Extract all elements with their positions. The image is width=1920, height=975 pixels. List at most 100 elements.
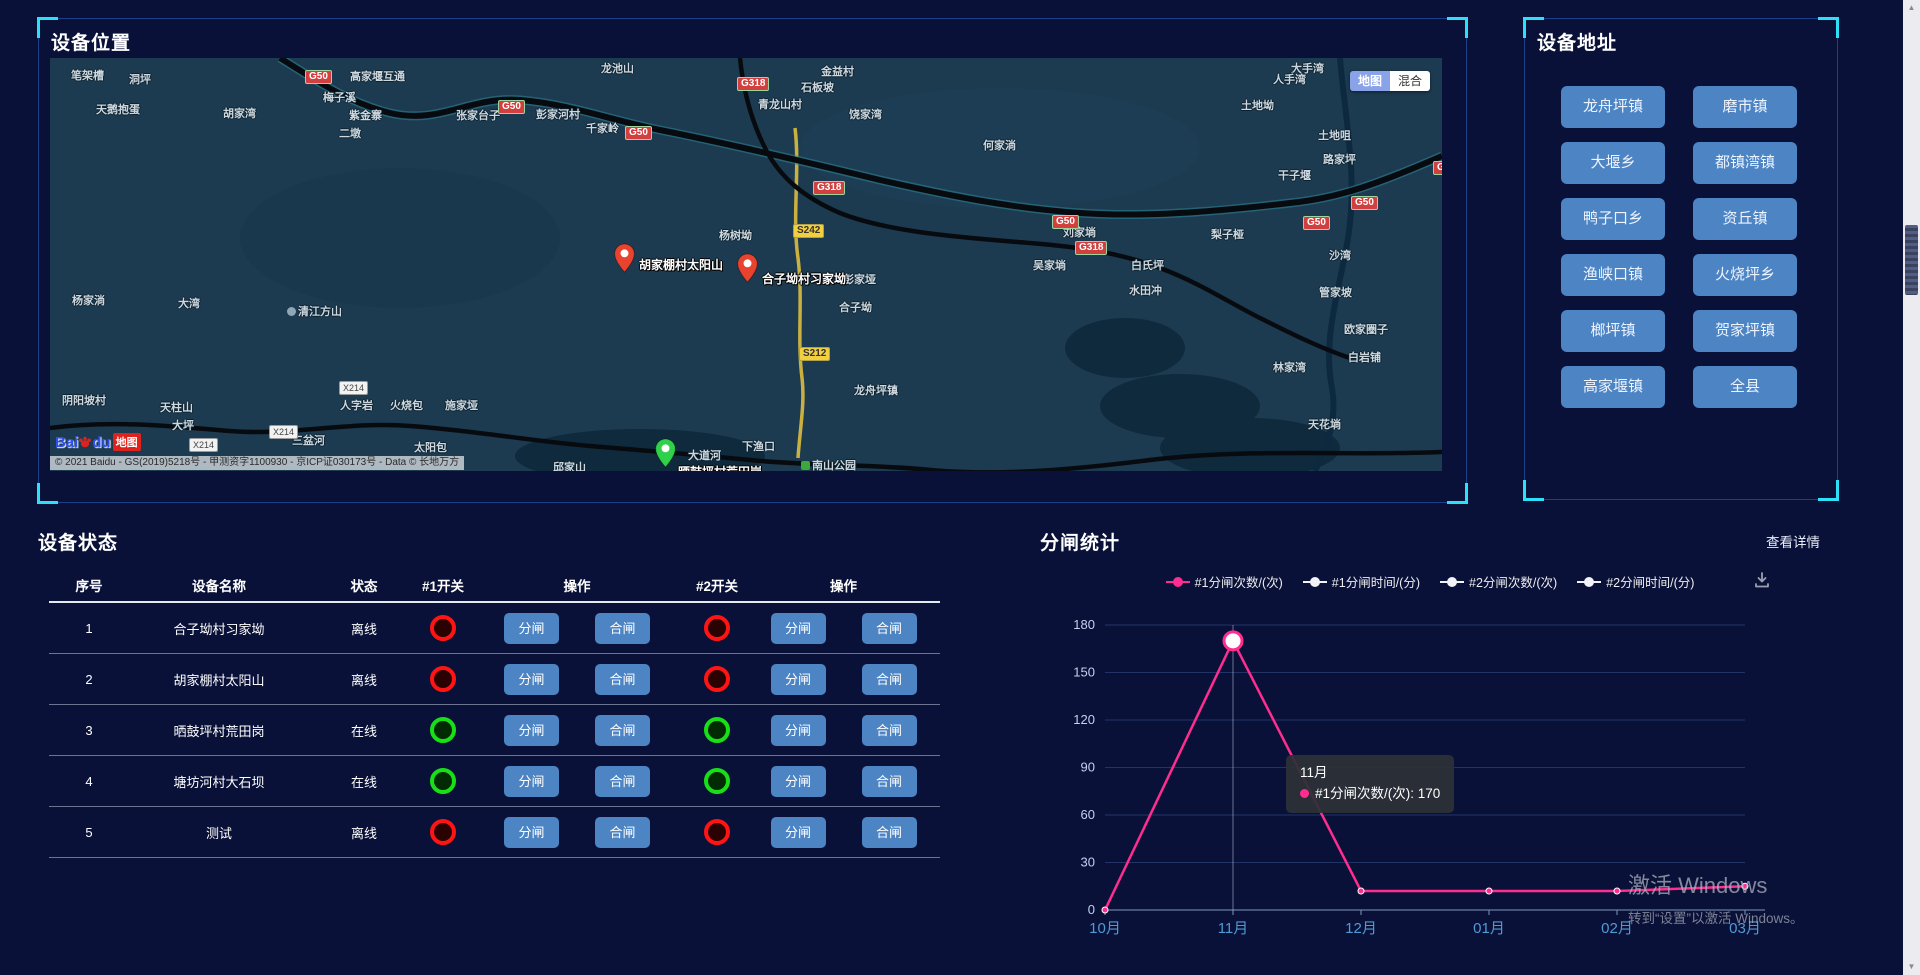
close-switch-button[interactable]: 合闸 — [595, 715, 650, 746]
open-switch-button[interactable]: 分闸 — [771, 715, 826, 746]
scrollbar-thumb[interactable] — [1905, 225, 1918, 295]
legend-item[interactable]: #2分闸次数/(次) — [1440, 572, 1557, 591]
map-place-label: 阴阳坡村 — [62, 392, 106, 408]
close-switch-button[interactable]: 合闸 — [862, 613, 917, 644]
baidu-map-badge: 地图 — [113, 433, 141, 451]
map-place-label: 火烧包 — [390, 397, 423, 413]
open-switch-button[interactable]: 分闸 — [771, 817, 826, 848]
device-name: 塘坊河村大石坝 — [129, 772, 309, 791]
close-switch-button[interactable]: 合闸 — [862, 766, 917, 797]
corner-decoration — [1447, 17, 1468, 38]
map-place-label: 大湾 — [178, 295, 200, 311]
legend-marker-icon — [1303, 577, 1327, 587]
road-badge: G318 — [813, 181, 845, 195]
map-place-label: 邱家山 — [553, 459, 586, 471]
open-switch-button[interactable]: 分闸 — [771, 664, 826, 695]
map-type-control[interactable]: 地图混合 — [1350, 71, 1430, 91]
legend-marker-icon — [1166, 577, 1190, 587]
map-place-label: 胡家湾 — [223, 105, 256, 121]
address-button[interactable]: 鸭子口乡 — [1561, 198, 1665, 240]
map-place-label: 水田冲 — [1129, 282, 1162, 298]
baidu-map[interactable]: 地图混合 Bai du 地图 © 2021 Baidu - GS(2019)52… — [50, 58, 1442, 471]
map-place-label: 天柱山 — [160, 399, 193, 415]
close-switch-button[interactable]: 合闸 — [862, 664, 917, 695]
open-switch-button[interactable]: 分闸 — [504, 817, 559, 848]
map-place-label: 太阳包 — [414, 439, 447, 455]
map-type-map-button[interactable]: 地图 — [1350, 71, 1390, 91]
address-button[interactable]: 资丘镇 — [1693, 198, 1797, 240]
close-switch-button[interactable]: 合闸 — [862, 715, 917, 746]
map-pin-icon[interactable] — [736, 253, 759, 288]
map-pin-icon[interactable] — [654, 438, 677, 471]
device-status-table: 序号设备名称状态#1开关操作#2开关操作 1合子坳村习家坳离线分闸合闸分闸合闸2… — [49, 569, 940, 858]
address-button[interactable]: 龙舟坪镇 — [1561, 86, 1665, 128]
corner-decoration — [1818, 17, 1839, 38]
map-place-label: 二墩 — [339, 125, 361, 141]
svg-text:03月: 03月 — [1729, 920, 1761, 937]
map-pin-icon[interactable] — [613, 243, 636, 278]
column-header: #2开关 — [687, 575, 747, 595]
open-switch-button[interactable]: 分闸 — [504, 715, 559, 746]
table-row: 5测试离线分闸合闸分闸合闸 — [49, 807, 940, 858]
svg-text:02月: 02月 — [1601, 920, 1633, 937]
open-switch-button[interactable]: 分闸 — [771, 766, 826, 797]
scroll-up-arrow[interactable]: ▲ — [1903, 0, 1920, 16]
address-button[interactable]: 都镇湾镇 — [1693, 142, 1797, 184]
road-badge: X214 — [269, 425, 298, 439]
map-place-label: 土地坳 — [1241, 97, 1274, 113]
close-switch-button[interactable]: 合闸 — [595, 817, 650, 848]
address-button[interactable]: 渔峡口镇 — [1561, 254, 1665, 296]
open-switch-button[interactable]: 分闸 — [504, 766, 559, 797]
row-index: 5 — [49, 825, 129, 840]
chart-wrap: 030609012015018010月11月12月01月02月03月 — [1040, 595, 1820, 960]
address-button[interactable]: 全县 — [1693, 366, 1797, 408]
scenic-spot-icon — [287, 307, 296, 316]
address-button[interactable]: 高家堰镇 — [1561, 366, 1665, 408]
map-place-label: 人手湾 — [1273, 71, 1306, 87]
map-place-label: 彭家垭 — [843, 271, 876, 287]
svg-text:11月: 11月 — [1218, 920, 1249, 937]
address-button[interactable]: 火烧坪乡 — [1693, 254, 1797, 296]
page-scrollbar[interactable]: ▲ ▼ — [1903, 0, 1920, 975]
address-button[interactable]: 贺家坪镇 — [1693, 310, 1797, 352]
opening-stats-chart[interactable]: 030609012015018010月11月12月01月02月03月 — [1040, 595, 1820, 955]
legend-item[interactable]: #2分闸时间/(分) — [1577, 572, 1694, 591]
open-switch-button[interactable]: 分闸 — [504, 613, 559, 644]
road-badge: G50 — [1052, 215, 1079, 229]
switch2-indicator-light — [704, 717, 730, 743]
chart-legend: #1分闸次数/(次) #1分闸时间/(分) #2分闸次数/(次) #2分闸时间/(分) — [1040, 572, 1820, 591]
map-place-label: 欧家圈子 — [1344, 321, 1388, 337]
open-switch-button[interactable]: 分闸 — [504, 664, 559, 695]
address-button[interactable]: 大堰乡 — [1561, 142, 1665, 184]
view-details-link[interactable]: 查看详情 — [1766, 531, 1820, 551]
baidu-logo: Bai du 地图 — [55, 433, 141, 451]
svg-text:01月: 01月 — [1473, 920, 1505, 937]
table-row: 3晒鼓坪村荒田岗在线分闸合闸分闸合闸 — [49, 705, 940, 756]
close-switch-button[interactable]: 合闸 — [595, 613, 650, 644]
map-type-hybrid-button[interactable]: 混合 — [1390, 71, 1430, 91]
device-name: 晒鼓坪村荒田岗 — [129, 721, 309, 740]
close-switch-button[interactable]: 合闸 — [595, 664, 650, 695]
map-place-label: 高家堰互通 — [350, 68, 405, 84]
address-button[interactable]: 榔坪镇 — [1561, 310, 1665, 352]
device-address-panel: 设备地址 龙舟坪镇磨市镇大堰乡都镇湾镇鸭子口乡资丘镇渔峡口镇火烧坪乡榔坪镇贺家坪… — [1524, 18, 1838, 500]
legend-item[interactable]: #1分闸时间/(分) — [1303, 572, 1420, 591]
legend-item[interactable]: #1分闸次数/(次) — [1166, 572, 1283, 591]
device-status: 在线 — [309, 772, 419, 791]
column-header: 设备名称 — [129, 575, 309, 595]
address-button[interactable]: 磨市镇 — [1693, 86, 1797, 128]
open-switch-button[interactable]: 分闸 — [771, 613, 826, 644]
map-place-label: 何家淌 — [983, 137, 1016, 153]
row-index: 1 — [49, 621, 129, 636]
table-header-row: 序号设备名称状态#1开关操作#2开关操作 — [49, 569, 940, 603]
switch2-indicator-light — [704, 666, 730, 692]
map-place-label: 吴家埫 — [1033, 257, 1066, 273]
map-place-label: 饶家湾 — [849, 106, 882, 122]
close-switch-button[interactable]: 合闸 — [862, 817, 917, 848]
address-button-grid: 龙舟坪镇磨市镇大堰乡都镇湾镇鸭子口乡资丘镇渔峡口镇火烧坪乡榔坪镇贺家坪镇高家堰镇… — [1561, 86, 1797, 408]
device-status: 离线 — [309, 823, 419, 842]
switch1-indicator-light — [430, 819, 456, 845]
scroll-down-arrow[interactable]: ▼ — [1903, 959, 1920, 975]
switch1-indicator-light — [430, 615, 456, 641]
close-switch-button[interactable]: 合闸 — [595, 766, 650, 797]
